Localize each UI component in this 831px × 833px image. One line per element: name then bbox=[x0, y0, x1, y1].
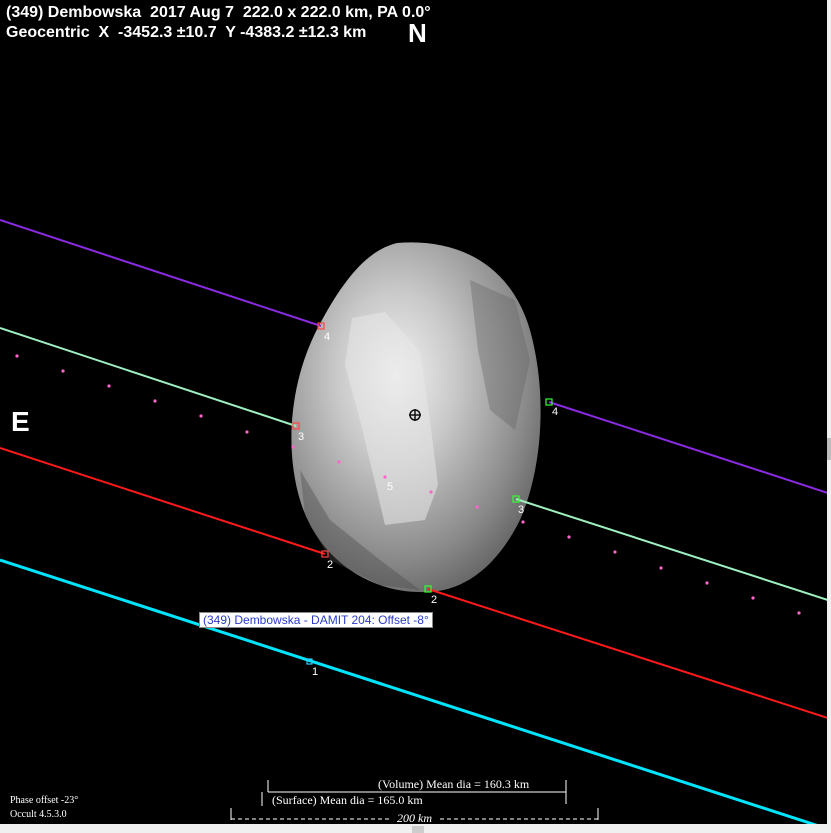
occult-version: Occult 4.5.3.0 bbox=[10, 809, 67, 820]
chord-label-5: 5 bbox=[387, 481, 393, 493]
chord-label-4-a: 4 bbox=[324, 331, 330, 343]
horizontal-scroll-thumb[interactable] bbox=[412, 826, 424, 833]
chord-label-3-a: 3 bbox=[298, 431, 304, 443]
phase-offset: Phase offset -23° bbox=[10, 795, 79, 806]
chord-label-2-b: 2 bbox=[431, 594, 437, 606]
chord-line-2-east bbox=[427, 588, 831, 720]
chord-line-3-east bbox=[515, 498, 831, 602]
north-indicator: N bbox=[408, 18, 427, 48]
occultation-plot: 4 4 3 3 2 2 1 5 bbox=[0, 219, 831, 832]
chord-line-4-east bbox=[548, 401, 831, 495]
header-title: (349) Dembowska 2017 Aug 7 222.0 x 222.0… bbox=[6, 4, 431, 21]
chord-line-4-west bbox=[0, 219, 322, 327]
chord-line-2-west bbox=[0, 447, 326, 555]
east-indicator: E bbox=[11, 406, 30, 437]
surface-diameter: (Surface) Mean dia = 165.0 km bbox=[272, 793, 423, 807]
vertical-scroll-thumb[interactable] bbox=[827, 438, 831, 460]
chord-label-3-b: 3 bbox=[518, 504, 524, 516]
volume-diameter: (Volume) Mean dia = 160.3 km bbox=[378, 777, 530, 791]
chord-line-3-west bbox=[0, 327, 297, 427]
header-geocentric: Geocentric X -3452.3 ±10.7 Y -4383.2 ±12… bbox=[6, 24, 367, 41]
chord-label-2-a: 2 bbox=[327, 559, 333, 571]
asteroid-shape bbox=[291, 242, 541, 593]
vertical-scrollbar[interactable] bbox=[827, 0, 831, 824]
chord-label-4-b: 4 bbox=[552, 406, 558, 418]
model-label: (349) Dembowska - DAMIT 204: Offset -8° bbox=[199, 612, 433, 628]
chord-label-1: 1 bbox=[312, 666, 318, 678]
